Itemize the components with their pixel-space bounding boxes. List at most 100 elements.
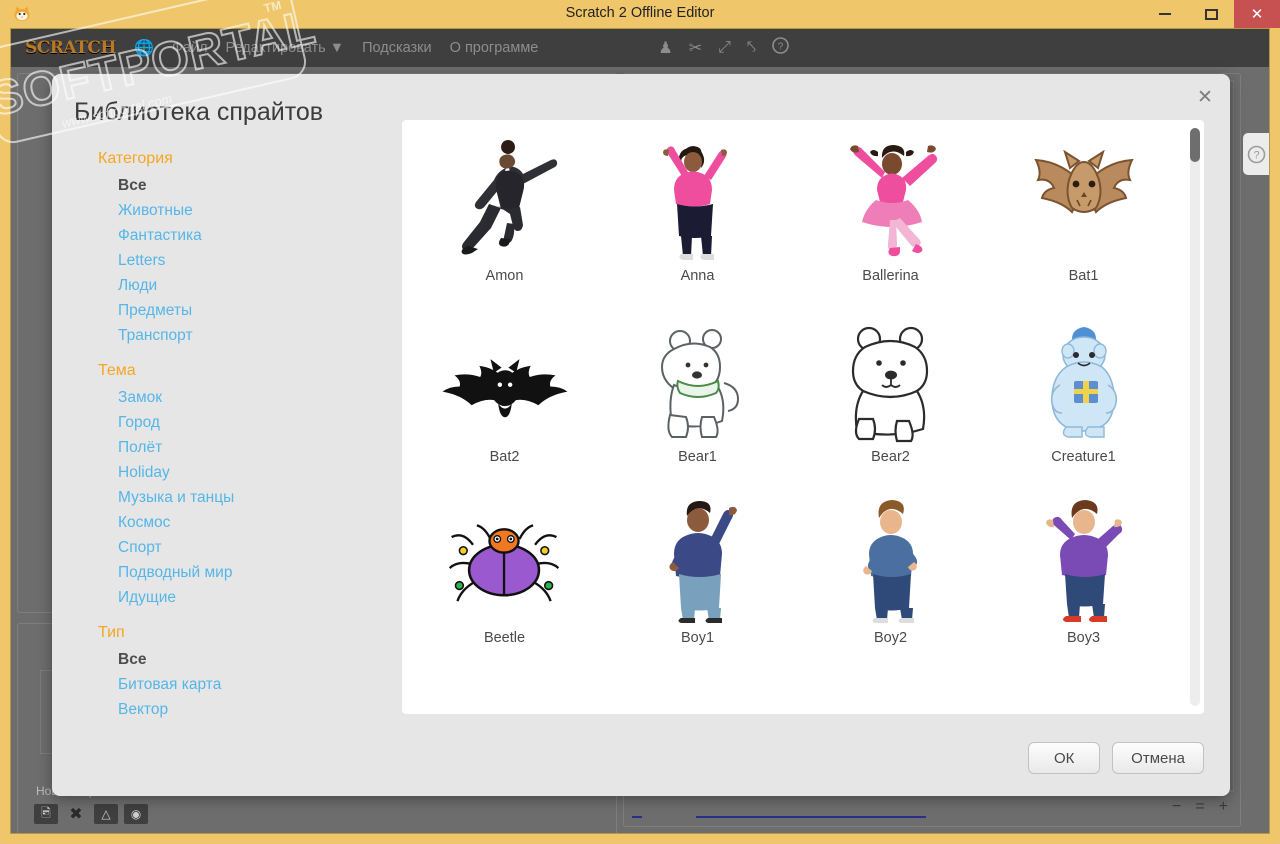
scissors-icon[interactable]: ✂ [689,38,702,58]
zoom-controls: − = + [1172,798,1228,816]
stamp-icon[interactable]: ♟ [658,38,672,58]
filter-group: Тема Замок Город Полёт Holiday Музыка и танцы… [74,362,384,610]
scratch-logo[interactable]: SCRATCH [25,38,116,58]
globe-icon[interactable]: 🌐 [134,38,154,58]
paint-sprite-icon[interactable]: ✖ [64,804,88,824]
sprite-label: Anna [680,268,715,284]
dialog-title: Библиотека спрайтов [74,98,324,126]
filter-group-heading: Категория [98,150,173,167]
filter-item[interactable]: Все [74,647,384,672]
sprite-cell[interactable]: Bear1 [601,311,794,492]
close-button[interactable]: ✕ [1234,0,1280,28]
scripts-marker-small [632,816,642,818]
minimize-button[interactable] [1142,0,1188,28]
filter-item[interactable]: Музыка и танцы [74,485,384,510]
sprite-cell[interactable]: Boy2 [794,492,987,673]
sprite-label: Bear1 [678,449,717,465]
sprite-label: Bat1 [1068,268,1099,284]
chevron-down-icon: ▼ [329,40,345,56]
scripts-marker-long [696,816,926,818]
zoom-in-icon[interactable]: + [1219,798,1228,816]
sprite-cell[interactable]: Amon [408,130,601,311]
sprite-thumbnail-boy1 [633,492,763,624]
sprite-thumbnail-boy4 [440,673,570,714]
sprite-cell[interactable] [987,673,1180,714]
sprite-cell[interactable]: Boy1 [601,492,794,673]
svg-text:?: ? [1253,149,1259,161]
filter-item[interactable]: Фантастика [74,223,384,248]
grid-scrollbar[interactable] [1190,128,1200,706]
filter-item[interactable]: Транспорт [74,323,384,348]
sprite-label: Boy1 [680,630,715,646]
sprite-thumbnail-boy2 [826,492,956,624]
filter-item[interactable]: Спорт [74,535,384,560]
menu-item-about[interactable]: О программе [450,40,539,56]
maximize-button[interactable] [1188,0,1234,28]
filter-item[interactable]: Полёт [74,435,384,460]
filter-item[interactable]: Животные [74,198,384,223]
sprite-cell[interactable]: Creature1 [987,311,1180,492]
camera-sprite-icon[interactable]: ◉ [124,804,148,824]
sprite-cell[interactable]: Beetle [408,492,601,673]
sprite-grid-panel: Amon Anna Ballerina Bat1 Bat2 Bear1 Bear2 Creat… [402,120,1204,714]
sprite-label: Boy3 [1066,630,1101,646]
menu-bar: SCRATCH 🌐 Файл Редактировать ▼ Подсказки… [11,29,1269,67]
grow-icon[interactable]: ⤢ [718,39,731,57]
filter-item[interactable]: Люди [74,273,384,298]
filter-group-heading: Тип [98,624,125,641]
upload-sprite-icon[interactable]: △ [94,804,118,824]
sprite-cell[interactable]: Anna [601,130,794,311]
filter-group: Категория Все Животные Фантастика Letters Люд… [74,150,384,348]
filter-item[interactable]: Город [74,410,384,435]
filter-item[interactable]: Все [74,173,384,198]
filter-item[interactable]: Предметы [74,298,384,323]
sprite-thumbnail-bear1 [633,311,763,443]
ok-button[interactable]: ОК [1028,742,1101,774]
filter-item[interactable]: Идущие [74,585,384,610]
sprite-cell[interactable]: Boy3 [987,492,1180,673]
sprite-cell[interactable]: Bat1 [987,130,1180,311]
sprite-thumbnail-beetle [440,492,570,624]
sprite-thumbnail-boy6 [826,673,956,714]
filter-item[interactable]: Замок [74,385,384,410]
zoom-reset-icon[interactable]: = [1195,798,1204,816]
filter-item[interactable]: Подводный мир [74,560,384,585]
filter-item[interactable]: Letters [74,248,384,273]
filter-item[interactable]: Космос [74,510,384,535]
new-sprite-toolbar: 🖻 ✖ △ ◉ [34,804,148,824]
menu-item-file[interactable]: Файл [172,40,208,56]
sprite-cell[interactable]: Ballerina [794,130,987,311]
sprite-cell[interactable] [794,673,987,714]
filter-item[interactable]: Вектор [74,697,384,722]
sprite-thumbnail-boy5 [633,673,763,714]
sprite-label: Bat2 [489,449,520,465]
toolbar-tools: ♟ ✂ ⤢ ⤣ ? [658,29,789,67]
filter-group: Тип Все Битовая карта Вектор [74,624,384,722]
cancel-button[interactable]: Отмена [1112,742,1204,774]
sprite-thumbnail-breakdancer [1019,673,1149,714]
sprite-cell[interactable]: Bat2 [408,311,601,492]
sprite-thumbnail-bat1 [1019,130,1149,262]
window-title: Scratch 2 Offline Editor [565,5,715,21]
filter-group-heading: Тема [98,362,136,379]
filter-item[interactable]: Битовая карта [74,672,384,697]
sprite-thumbnail-anna [633,130,763,262]
filter-item[interactable]: Holiday [74,460,384,485]
shrink-icon[interactable]: ⤣ [747,39,756,57]
menu-item-tips[interactable]: Подсказки [362,40,432,56]
application-window: Scratch 2 Offline Editor ✕ SCRATCH 🌐 Фай… [0,0,1280,844]
sprite-grid-scroll-area[interactable]: Amon Anna Ballerina Bat1 Bat2 Bear1 Bear2 Creat… [402,120,1186,714]
grid-scrollbar-thumb[interactable] [1190,128,1200,162]
sprite-cell[interactable] [601,673,794,714]
menu-item-edit[interactable]: Редактировать ▼ [226,40,345,56]
sprite-grid: Amon Anna Ballerina Bat1 Bat2 Bear1 Bear2 Creat… [402,120,1186,714]
help-panel-tab[interactable]: ? [1243,133,1269,175]
close-icon[interactable]: ✕ [1192,84,1218,110]
sprite-from-library-icon[interactable]: 🖻 [34,804,58,824]
menu-item-edit-label: Редактировать [225,40,326,56]
help-icon[interactable]: ? [772,37,789,59]
filter-sidebar: Категория Все Животные Фантастика Letters Люд… [74,150,384,726]
zoom-out-icon[interactable]: − [1172,798,1181,816]
sprite-cell[interactable]: Bear2 [794,311,987,492]
sprite-cell[interactable] [408,673,601,714]
